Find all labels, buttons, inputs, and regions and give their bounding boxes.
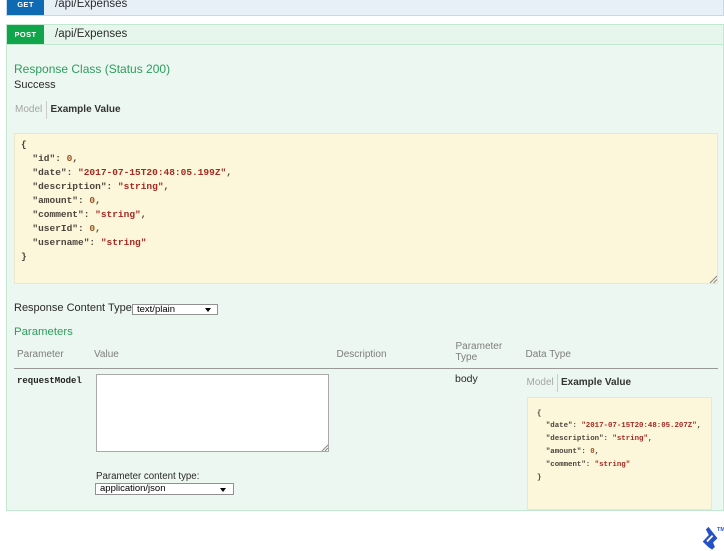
- svg-text:TM: TM: [717, 527, 724, 533]
